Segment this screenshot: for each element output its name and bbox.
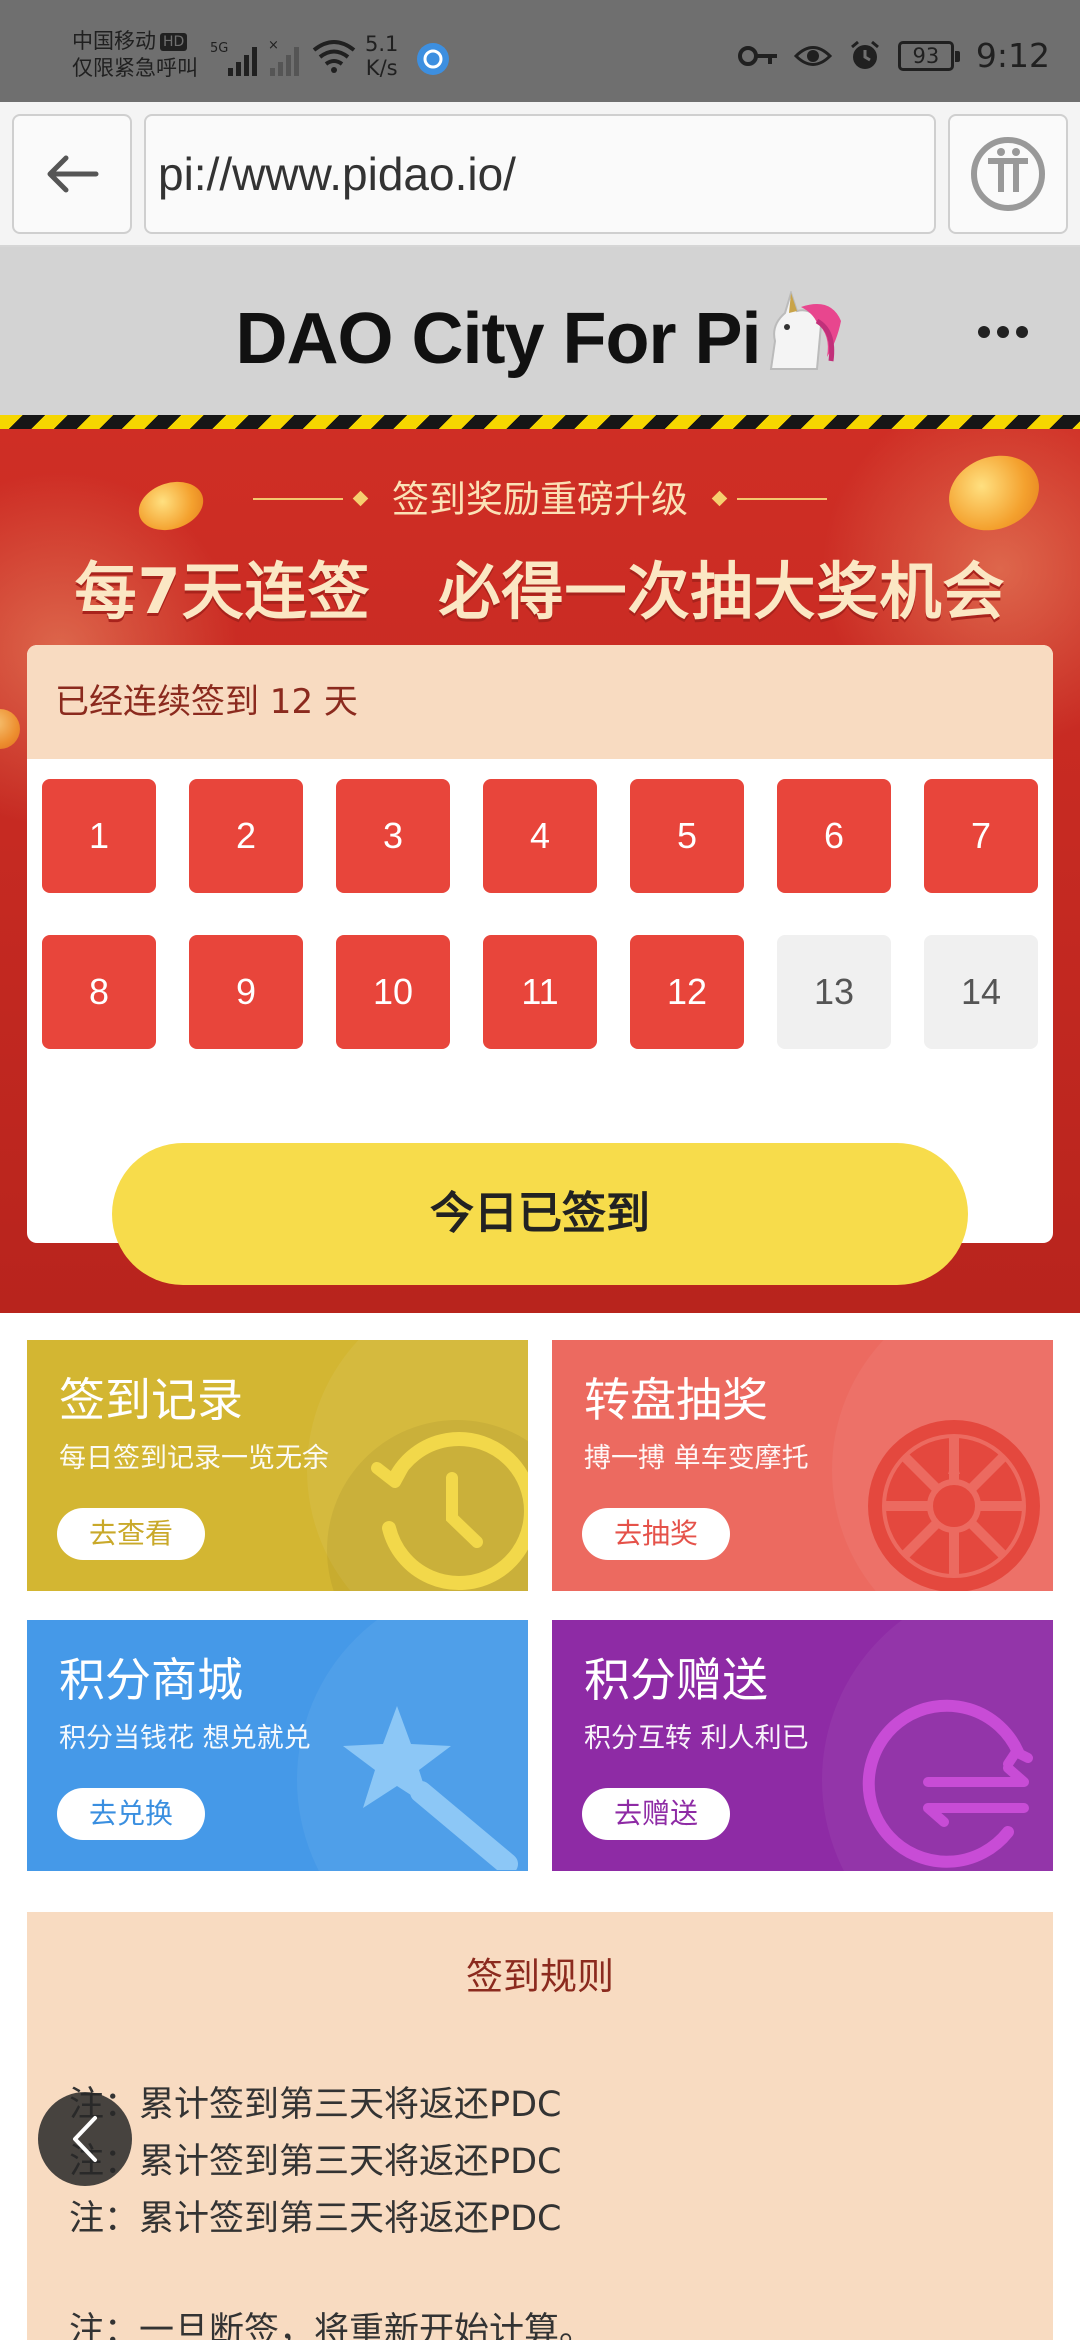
tile-points-mall[interactable]: 积分商城 积分当钱花 想兑就兑 去兑换 [27,1620,528,1871]
cellular-signal-icon: 5G [210,41,257,76]
checkin-day-1: 1 [42,779,156,893]
tile-title: 转盘抽奖 [584,1373,768,1427]
tile-subtitle: 积分互转 利人利已 [584,1723,809,1754]
checkin-day-3: 3 [336,779,450,893]
tile-title: 积分赠送 [584,1653,768,1707]
battery-indicator: 93 [897,40,960,71]
unicorn-icon [769,291,841,370]
svg-text:5G: 5G [210,41,228,56]
tile-points-transfer[interactable]: 积分赠送 积分互转 利人利已 去赠送 [552,1620,1053,1871]
rule-item: 注：累计签到第三天将返还PDC [69,2085,562,2125]
rule-item: 注：累计签到第三天将返还PDC [69,2199,562,2239]
carrier-name: 中国移动 [72,29,156,53]
eye-icon [793,45,832,66]
checkin-day-9: 9 [189,935,303,1049]
checkin-day-2: 2 [189,779,303,893]
clock: 9:12 [975,36,1050,75]
tile-title: 签到记录 [59,1373,243,1427]
floating-back-button[interactable] [38,2092,132,2186]
url-input[interactable]: pi://www.pidao.io/ [144,114,936,234]
more-options-button[interactable] [968,307,1038,357]
alarm-icon [850,40,879,69]
checkin-day-10: 10 [336,935,450,1049]
network-speed: 5.1 K/s [365,32,399,80]
history-clock-icon [371,1432,528,1590]
tile-title: 积分商城 [59,1653,243,1707]
arrow-left-icon [47,155,99,193]
app-notification-icon [417,43,449,75]
checkin-banner: 签到奖励重磅升级 每7天连签 必得一次抽大奖机会 已经连续签到 12 天 123… [0,429,1080,1313]
browser-address-bar: pi://www.pidao.io/ [0,102,1080,247]
checkin-day-14: 14 [924,935,1038,1049]
hazard-stripe-divider [0,415,1080,429]
tile-prize-wheel[interactable]: 转盘抽奖 搏一搏 单车变摩托 去抽奖 [552,1340,1053,1591]
emergency-text: 仅限紧急呼叫 [72,56,198,80]
checkin-day-5: 5 [630,779,744,893]
checkin-day-11: 11 [483,935,597,1049]
pi-network-button[interactable] [948,114,1068,234]
svg-text:×: × [268,38,279,53]
go-exchange-button[interactable]: 去兑换 [57,1788,205,1840]
banner-headline: 每7天连签 必得一次抽大奖机会 [74,555,1006,628]
hd-badge: HD [160,33,188,51]
checkin-day-13: 13 [777,935,891,1049]
checkin-day-7: 7 [924,779,1038,893]
tile-checkin-records[interactable]: 签到记录 每日签到记录一览无余 去查看 [27,1340,528,1591]
cellular-signal-2-icon: × [268,38,299,76]
key-icon [737,45,777,66]
status-bar: 中国移动 HD 仅限紧急呼叫 5G × 5.1 K/s 93 9:12 [0,0,1080,102]
tile-subtitle: 搏一搏 单车变摩托 [584,1443,809,1474]
more-dots-icon [978,326,1028,338]
view-records-button[interactable]: 去查看 [57,1508,205,1560]
status-right: 93 9:12 [737,36,1050,75]
pi-logo-icon [971,137,1045,211]
checkin-day-4: 4 [483,779,597,893]
checkin-day-8: 8 [42,935,156,1049]
rule-item: 注：累计签到第三天将返还PDC [69,2142,562,2182]
prize-wheel-icon [868,1420,1040,1591]
chevron-left-icon [73,2116,97,2162]
carrier-info: 中国移动 HD 仅限紧急呼叫 [72,28,198,82]
checked-in-button[interactable]: 今日已签到 [112,1143,968,1285]
back-button[interactable] [12,114,132,234]
wifi-icon [312,40,356,73]
checkin-rules-panel: 签到规则 注：累计签到第三天将返还PDC 注：累计签到第三天将返还PDC 注：累… [27,1912,1053,2340]
transfer-arrows-icon [862,1699,1033,1868]
rules-title: 签到规则 [466,1955,614,1998]
magic-wand-icon [343,1706,518,1870]
go-lottery-button[interactable]: 去抽奖 [582,1508,730,1560]
rule-item: 注：一旦断签，将重新开始计算。 [69,2311,595,2340]
banner-subheading: 签到奖励重磅升级 [0,469,1080,523]
checkin-day-6: 6 [777,779,891,893]
tile-subtitle: 积分当钱花 想兑就兑 [59,1723,311,1754]
streak-text: 已经连续签到 12 天 [27,645,1053,759]
app-header: DAO City For Pi [0,247,1080,415]
tile-subtitle: 每日签到记录一览无余 [59,1443,329,1474]
checkin-day-12: 12 [630,935,744,1049]
app-title: DAO City For Pi [0,291,1080,380]
go-gift-button[interactable]: 去赠送 [582,1788,730,1840]
